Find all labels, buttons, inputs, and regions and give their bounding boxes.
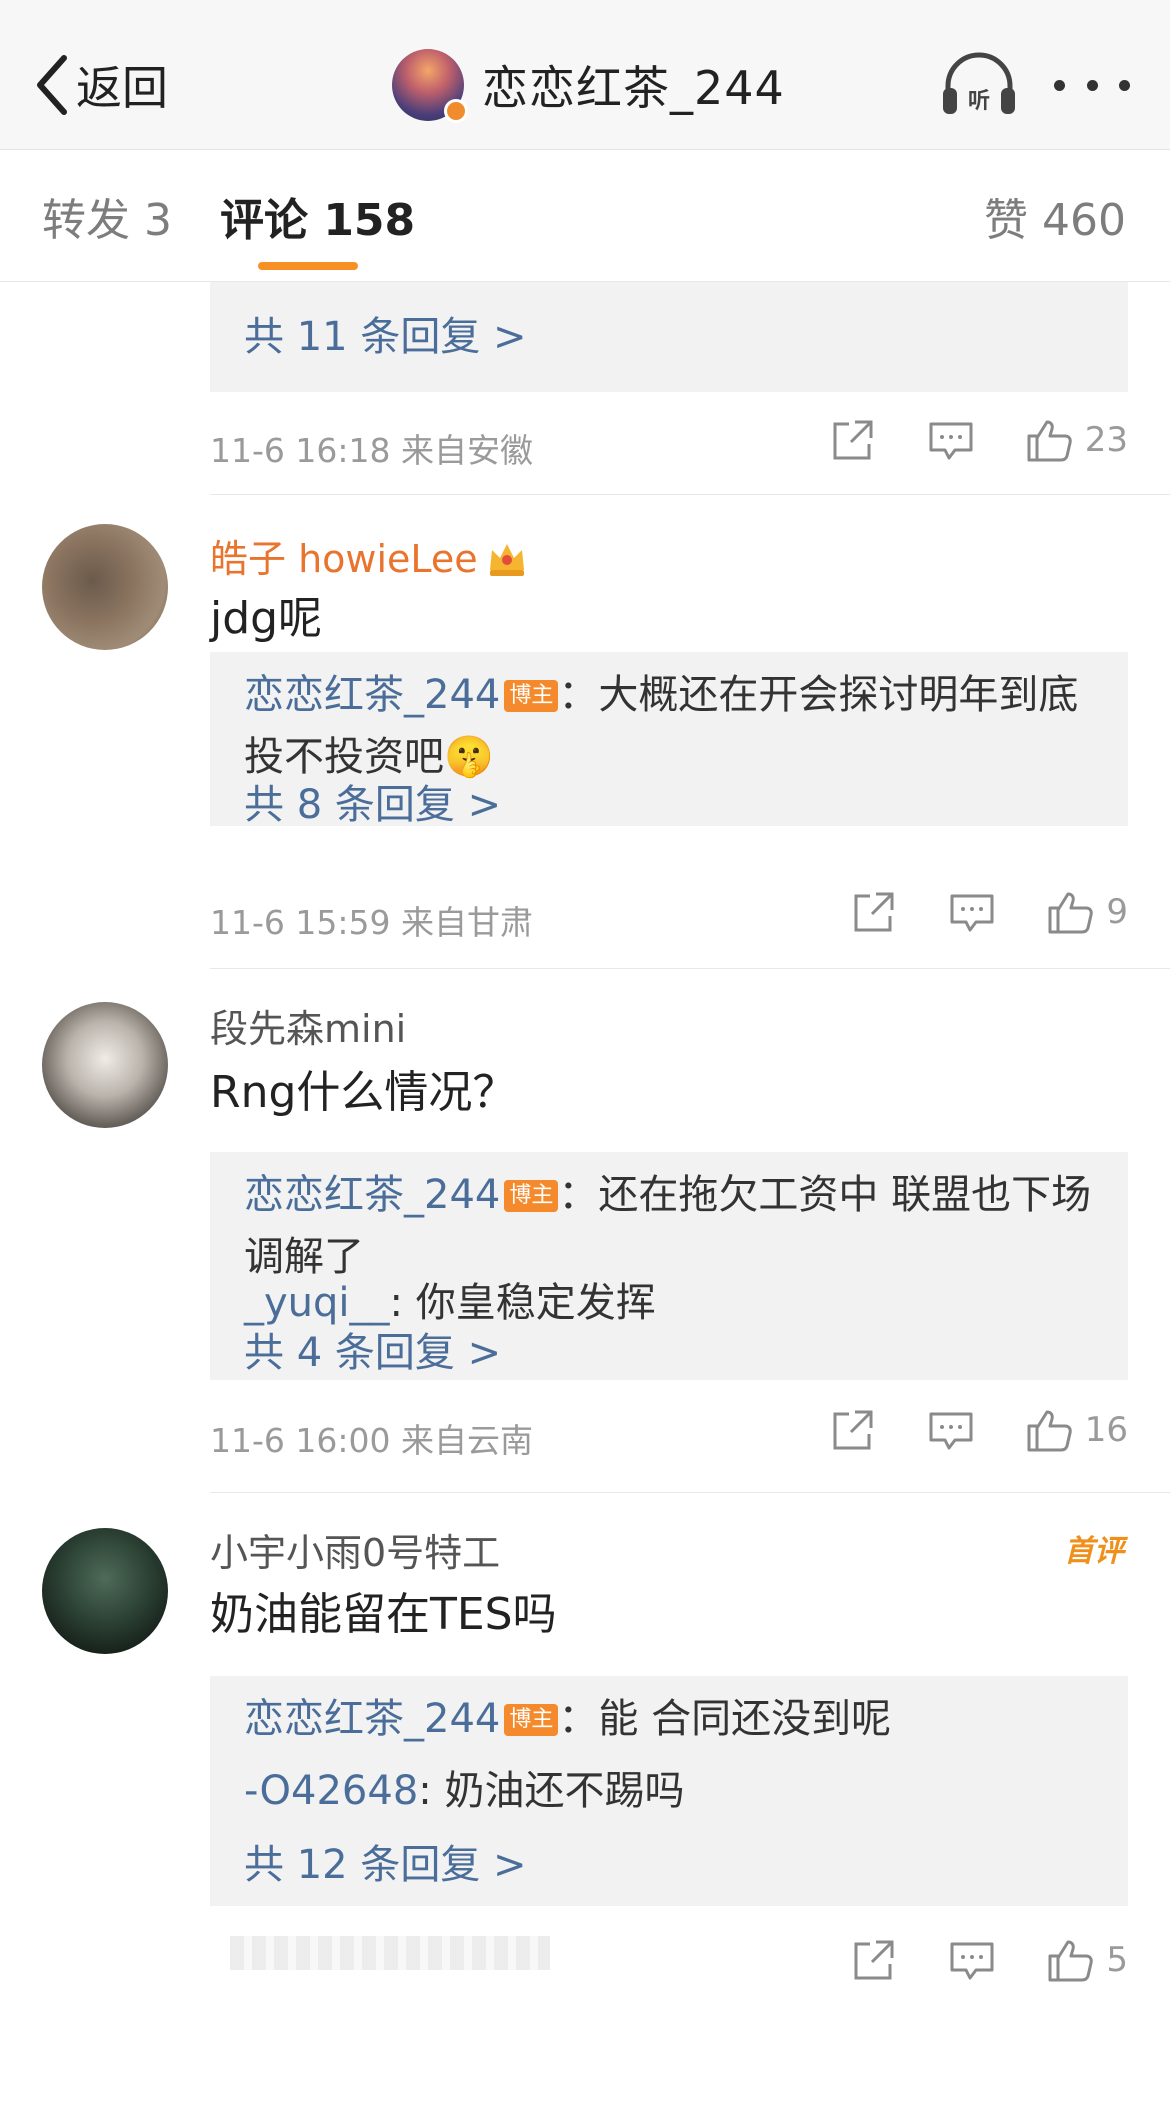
avatar[interactable] xyxy=(42,1002,168,1128)
reply-line: -O42648: 奶油还不踢吗 xyxy=(244,1760,1098,1822)
reply-box[interactable]: 恋恋红茶_244 博主 ：能 合同还没到呢 -O42648: 奶油还不踢吗 共 12… xyxy=(210,1676,1128,1906)
crown-badge-icon xyxy=(489,544,524,576)
tab-bar: 转发 3 评论 158 赞 460 xyxy=(0,150,1170,282)
comment-meta: 11-6 16:18 来自安徽 xyxy=(210,431,533,470)
thumbs-up-icon xyxy=(1027,420,1072,462)
faded-text-placeholder xyxy=(230,1936,550,1970)
reply-line: 恋恋红茶_244 博主 ：能 合同还没到呢 xyxy=(244,1688,1098,1750)
back-label: 返回 xyxy=(76,61,168,115)
repost-button[interactable] xyxy=(850,888,898,936)
top-nav-bar: 返回 恋恋红茶_244 听 xyxy=(0,0,1170,150)
chevron-left-icon xyxy=(37,55,67,115)
comment-actions: 16 xyxy=(779,1406,1128,1454)
comment-text: jdg呢 xyxy=(210,593,323,644)
like-button[interactable]: 5 xyxy=(1046,1936,1128,1984)
comment-icon xyxy=(950,894,994,932)
reply-box[interactable]: 恋恋红茶_244 博主 ：大概还在开会探讨明年到底投不投资吧🤫 共 8 条回复 > xyxy=(210,652,1128,828)
comment-meta: 11-6 16:00 来自云南 xyxy=(210,1421,533,1460)
comment-actions: 9 xyxy=(800,888,1128,936)
reply-author[interactable]: 恋恋红茶_244 xyxy=(244,1172,500,1218)
comment-username[interactable]: 段先森mini xyxy=(210,998,406,1053)
comment-icon xyxy=(929,422,973,460)
reply-button[interactable] xyxy=(927,416,975,464)
comment-text: Rng什么情况？ xyxy=(210,1067,517,1118)
repost-button[interactable] xyxy=(850,1936,898,1984)
share-icon xyxy=(854,892,894,932)
like-button[interactable]: 16 xyxy=(1025,1406,1128,1454)
more-replies-link[interactable]: 共 8 条回复 > xyxy=(244,772,501,830)
more-replies-link[interactable]: 共 4 条回复 > xyxy=(244,1320,501,1378)
reply-button[interactable] xyxy=(948,1936,996,1984)
thumbs-up-icon xyxy=(1048,1940,1094,1982)
like-count: 9 xyxy=(1106,892,1128,932)
reply-box[interactable]: 恋恋红茶_244 博主 ：还在拖欠工资中 联盟也下场调解了 _yuqi__: 你皇稳… xyxy=(210,1152,1128,1380)
divider xyxy=(210,968,1170,969)
reply-author[interactable]: 恋恋红茶_244 xyxy=(244,1696,500,1742)
page-title-group[interactable]: 恋恋红茶_244 xyxy=(392,48,785,123)
verified-badge-icon xyxy=(444,99,468,123)
reply-button[interactable] xyxy=(927,1406,975,1454)
comment-icon xyxy=(950,1942,994,1980)
like-count: 23 xyxy=(1084,420,1128,460)
comment-actions: 5 xyxy=(800,1936,1128,1984)
headphones-listen-icon[interactable]: 听 xyxy=(940,52,1018,118)
first-comment-tag: 首评 xyxy=(1064,1534,1124,1569)
comment-username[interactable]: 小宇小雨0号特工 xyxy=(210,1522,500,1577)
reply-text: : 奶油还不踢吗 xyxy=(418,1768,685,1814)
author-badge: 博主 xyxy=(504,1180,559,1212)
more-replies-link[interactable]: 共 12 条回复 > xyxy=(244,1832,527,1890)
author-badge: 博主 xyxy=(504,1704,559,1736)
like-count: 16 xyxy=(1084,1410,1128,1450)
comment-meta: 11-6 15:59 来自甘肃 xyxy=(210,903,533,942)
like-button[interactable]: 9 xyxy=(1046,888,1128,936)
comment-list: 共 11 条回复 > 11-6 16:18 来自安徽 23 皓子 howieLe… xyxy=(0,282,1170,2118)
author-badge: 博主 xyxy=(504,680,559,712)
avatar[interactable] xyxy=(42,1528,168,1654)
share-icon xyxy=(854,1940,894,1980)
reply-line: 恋恋红茶_244 博主 ：大概还在开会探讨明年到底投不投资吧🤫 xyxy=(244,664,1098,788)
comment-actions: 23 xyxy=(779,416,1128,464)
reply-button[interactable] xyxy=(948,888,996,936)
comment-text: 奶油能留在TES吗 xyxy=(210,1589,557,1640)
tab-like[interactable]: 赞 460 xyxy=(984,184,1126,248)
thumbs-up-icon xyxy=(1027,1410,1072,1452)
svg-text:听: 听 xyxy=(968,89,990,114)
avatar[interactable] xyxy=(42,524,168,650)
avatar[interactable] xyxy=(392,49,468,123)
reply-author[interactable]: 恋恋红茶_244 xyxy=(244,672,500,718)
like-count: 5 xyxy=(1106,1940,1128,1980)
reply-box[interactable]: 共 11 条回复 > xyxy=(210,282,1128,392)
repost-button[interactable] xyxy=(829,1406,877,1454)
share-icon xyxy=(833,1410,873,1450)
tab-comment[interactable]: 评论 158 xyxy=(220,184,415,248)
divider xyxy=(210,1492,1170,1493)
repost-button[interactable] xyxy=(829,416,877,464)
back-button[interactable]: 返回 xyxy=(34,50,168,120)
like-button[interactable]: 23 xyxy=(1025,416,1128,464)
reply-line: 恋恋红茶_244 博主 ：还在拖欠工资中 联盟也下场调解了 xyxy=(244,1164,1098,1288)
page-title: 恋恋红茶_244 xyxy=(482,61,785,115)
comment-username[interactable]: 皓子 howieLee xyxy=(210,528,528,583)
thumbs-up-icon xyxy=(1048,892,1094,934)
tab-repost[interactable]: 转发 3 xyxy=(42,184,172,248)
active-tab-indicator xyxy=(258,262,358,270)
more-options-icon[interactable] xyxy=(1054,80,1130,92)
divider xyxy=(210,494,1170,495)
share-icon xyxy=(833,420,873,460)
reply-text: ：能 合同还没到呢 xyxy=(558,1696,892,1742)
comment-icon xyxy=(929,1412,973,1450)
reply-author[interactable]: -O42648 xyxy=(244,1768,418,1814)
more-replies-link[interactable]: 共 11 条回复 > xyxy=(244,304,527,362)
